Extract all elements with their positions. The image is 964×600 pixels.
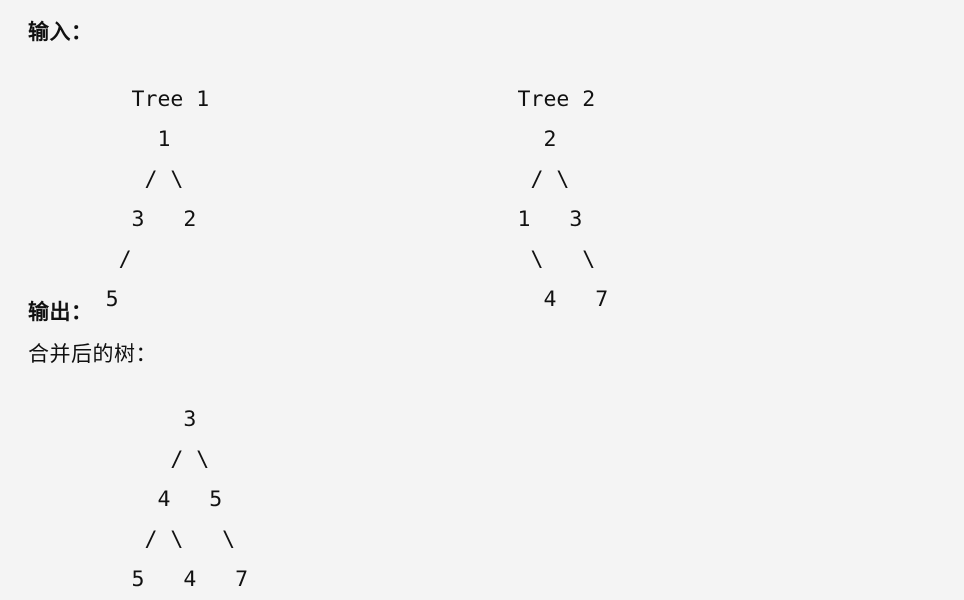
tree-1-line: 1 <box>28 126 171 152</box>
tree-2-ascii-art: Tree 2 2 / \ 1 3 \ \ 4 7 <box>414 80 609 320</box>
merged-tree-ascii-art: 3 / \ 4 5 / \ \ 5 4 7 <box>28 400 249 600</box>
tree-1-line: / \ <box>28 166 184 192</box>
merged-tree-label: 合并后的树： <box>28 342 157 366</box>
tree-2-line: / \ <box>414 166 570 192</box>
merged-tree-line: / \ <box>28 446 210 472</box>
tree-2-line: 1 3 <box>414 206 583 232</box>
output-section-label: 输出： <box>28 300 93 324</box>
tree-2-line: 2 <box>414 126 557 152</box>
merged-tree-line: 4 5 <box>28 486 223 512</box>
illustration-page: 输入： Tree 1 1 / \ 3 2 / 5 Tree 2 2 / \ 1 … <box>0 0 964 594</box>
tree-1-line: / <box>28 246 132 272</box>
merged-tree-line: 3 <box>28 406 197 432</box>
tree-1-line: 3 2 <box>28 206 197 232</box>
input-section-label: 输入： <box>28 20 93 44</box>
tree-2-line: 4 7 <box>414 286 609 312</box>
tree-1-line: Tree 1 <box>28 86 210 112</box>
tree-2-line: Tree 2 <box>414 86 596 112</box>
tree-2-line: \ \ <box>414 246 596 272</box>
tree-1-ascii-art: Tree 1 1 / \ 3 2 / 5 <box>28 80 210 320</box>
merged-tree-line: / \ \ <box>28 526 236 552</box>
